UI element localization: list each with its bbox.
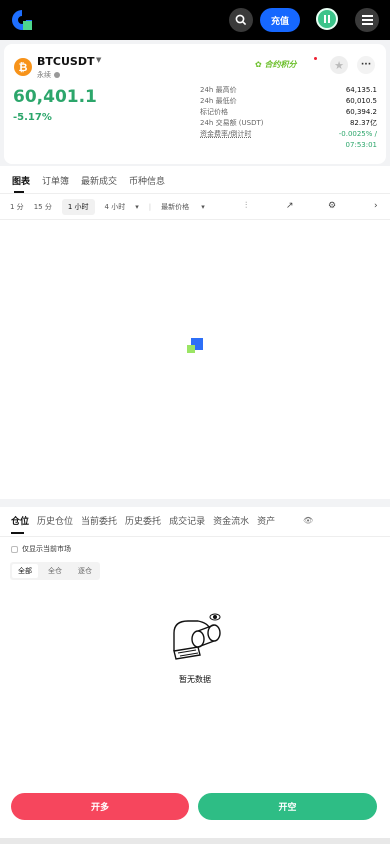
position-tabs: 仓位 历史仓位 当前委托 历史委托 成交记录 资金流水 资产 xyxy=(11,514,275,534)
positions-panel: 仓位 历史仓位 当前委托 历史委托 成交记录 资金流水 资产 👁 仅显示当前市场… xyxy=(0,507,390,844)
tab-orderbook[interactable]: 订单簿 xyxy=(42,174,69,187)
bitcoin-icon: ₿ xyxy=(14,58,32,76)
divider xyxy=(0,219,390,220)
top-bar: 充值 xyxy=(0,0,390,40)
chart-tabs: 图表 订单簿 最新成交 币种信息 xyxy=(12,174,165,193)
star-icon: ★ xyxy=(334,58,344,72)
price-type-selector[interactable]: 最新价格 ▾ xyxy=(161,202,205,212)
deposit-button[interactable]: 充值 xyxy=(260,8,300,32)
price-type-label: 最新价格 xyxy=(161,203,190,211)
stat-row: 24h 最低价 60,010.5 xyxy=(200,96,377,107)
menu-icon xyxy=(361,15,373,25)
ellipsis-icon: ··· xyxy=(360,60,372,70)
divider xyxy=(0,193,390,194)
interval-15m[interactable]: 15 分 xyxy=(34,202,52,212)
eye-icon[interactable]: 👁 xyxy=(303,516,313,525)
tab-order-history[interactable]: 历史委托 xyxy=(125,514,161,527)
interval-more-chevron-icon[interactable]: ▾ xyxy=(135,203,139,211)
home-indicator xyxy=(0,838,390,844)
last-price: 60,401.1 xyxy=(13,87,97,107)
tab-positions[interactable]: 仓位 xyxy=(11,514,29,534)
loading-spinner-accent xyxy=(187,345,195,353)
candlestick-icon[interactable]: ⫶ xyxy=(245,201,247,211)
favorite-star-button[interactable]: ★ xyxy=(330,56,348,74)
search-icon xyxy=(235,14,247,26)
filter-all[interactable]: 全部 xyxy=(12,564,38,578)
stat-row: 24h 交易额 (USDT) 82.37亿 xyxy=(200,118,377,129)
divider xyxy=(0,536,390,537)
tab-trade-history[interactable]: 成交记录 xyxy=(169,514,205,527)
tab-fund-flow[interactable]: 资金流水 xyxy=(213,514,249,527)
search-button[interactable] xyxy=(229,8,253,32)
stat-value: 60,394.2 xyxy=(345,108,377,116)
symbol-selector[interactable]: BTCUSDT xyxy=(37,55,94,68)
empty-binoculars-icon xyxy=(173,613,221,660)
logo-icon[interactable] xyxy=(10,8,34,32)
filter-cross[interactable]: 全仓 xyxy=(40,562,70,580)
stat-value: 60,010.5 xyxy=(345,97,377,105)
points-label: 合约积分 xyxy=(264,60,297,69)
tab-open-orders[interactable]: 当前委托 xyxy=(81,514,117,527)
interval-bar: 1 分 15 分 1 小时 4 小时 ▾ | 最新价格 ▾ xyxy=(10,199,215,215)
stat-label: 24h 最低价 xyxy=(200,97,237,105)
stat-value: 82.37亿 xyxy=(349,119,377,127)
settings-gear-icon[interactable]: ⚙ xyxy=(328,201,336,211)
stat-row: 标记价格 60,394.2 xyxy=(200,107,377,118)
empty-state-text: 暂无数据 xyxy=(179,675,211,684)
menu-button[interactable] xyxy=(355,8,379,32)
ticker-stats: 24h 最高价 64,135.1 24h 最低价 60,010.5 标记价格 60,3… xyxy=(200,85,377,151)
notification-dot xyxy=(314,57,317,60)
stat-row: 资金费率/倒计时 -0.0025% / xyxy=(200,129,377,140)
funding-rate: -0.0025% / xyxy=(338,130,377,138)
pause-icon xyxy=(324,15,330,23)
funding-countdown: 07:53:01 xyxy=(345,141,377,149)
interval-1h[interactable]: 1 小时 xyxy=(61,199,95,215)
indicator-icon[interactable]: ↗ xyxy=(286,201,294,211)
open-long-button[interactable]: 开多 xyxy=(11,793,189,820)
tab-chart[interactable]: 图表 xyxy=(12,174,30,193)
info-icon[interactable] xyxy=(54,72,60,78)
contract-points-link[interactable]: ✿ 合约积分 xyxy=(255,59,297,70)
checkbox-icon xyxy=(11,545,18,553)
stat-label: 24h 最高价 xyxy=(200,86,237,94)
chevron-down-icon[interactable]: ▼ xyxy=(96,56,101,64)
separator: | xyxy=(148,203,152,211)
chevron-right-icon[interactable]: › xyxy=(374,201,378,211)
tab-coin-info[interactable]: 币种信息 xyxy=(129,174,165,187)
stat-row: 24h 最高价 64,135.1 xyxy=(200,85,377,96)
interval-4h[interactable]: 4 小时 xyxy=(105,202,126,212)
stat-label: 24h 交易额 (USDT) xyxy=(200,119,264,127)
tab-position-history[interactable]: 历史仓位 xyxy=(37,514,73,527)
only-current-market-checkbox[interactable]: 仅显示当前市场 xyxy=(11,544,71,554)
filter-isolated[interactable]: 逐仓 xyxy=(70,562,100,580)
checkbox-label: 仅显示当前市场 xyxy=(22,545,71,553)
avatar[interactable] xyxy=(316,8,338,30)
tab-recent-trades[interactable]: 最新成交 xyxy=(81,174,117,187)
ticker-card: ₿ BTCUSDT ▼ 永续 60,401.1 -5.17% ✿ 合约积分 ★ … xyxy=(4,44,386,164)
stat-label: 标记价格 xyxy=(200,108,228,116)
interval-1m[interactable]: 1 分 xyxy=(10,202,24,212)
gift-icon: ✿ xyxy=(255,60,265,69)
open-short-button[interactable]: 开空 xyxy=(198,793,377,820)
contract-type: 永续 xyxy=(37,70,60,80)
more-options-button[interactable]: ··· xyxy=(357,56,375,74)
chart-panel: 图表 订单簿 最新成交 币种信息 1 分 15 分 1 小时 4 小时 ▾ | … xyxy=(0,166,390,499)
stat-value: 64,135.1 xyxy=(345,86,377,94)
tab-assets[interactable]: 资产 xyxy=(257,514,275,527)
margin-mode-filter: 全部 全仓 逐仓 xyxy=(10,562,100,580)
contract-type-label: 永续 xyxy=(37,71,51,79)
funding-label[interactable]: 资金费率/倒计时 xyxy=(200,129,251,140)
price-change: -5.17% xyxy=(13,112,52,123)
